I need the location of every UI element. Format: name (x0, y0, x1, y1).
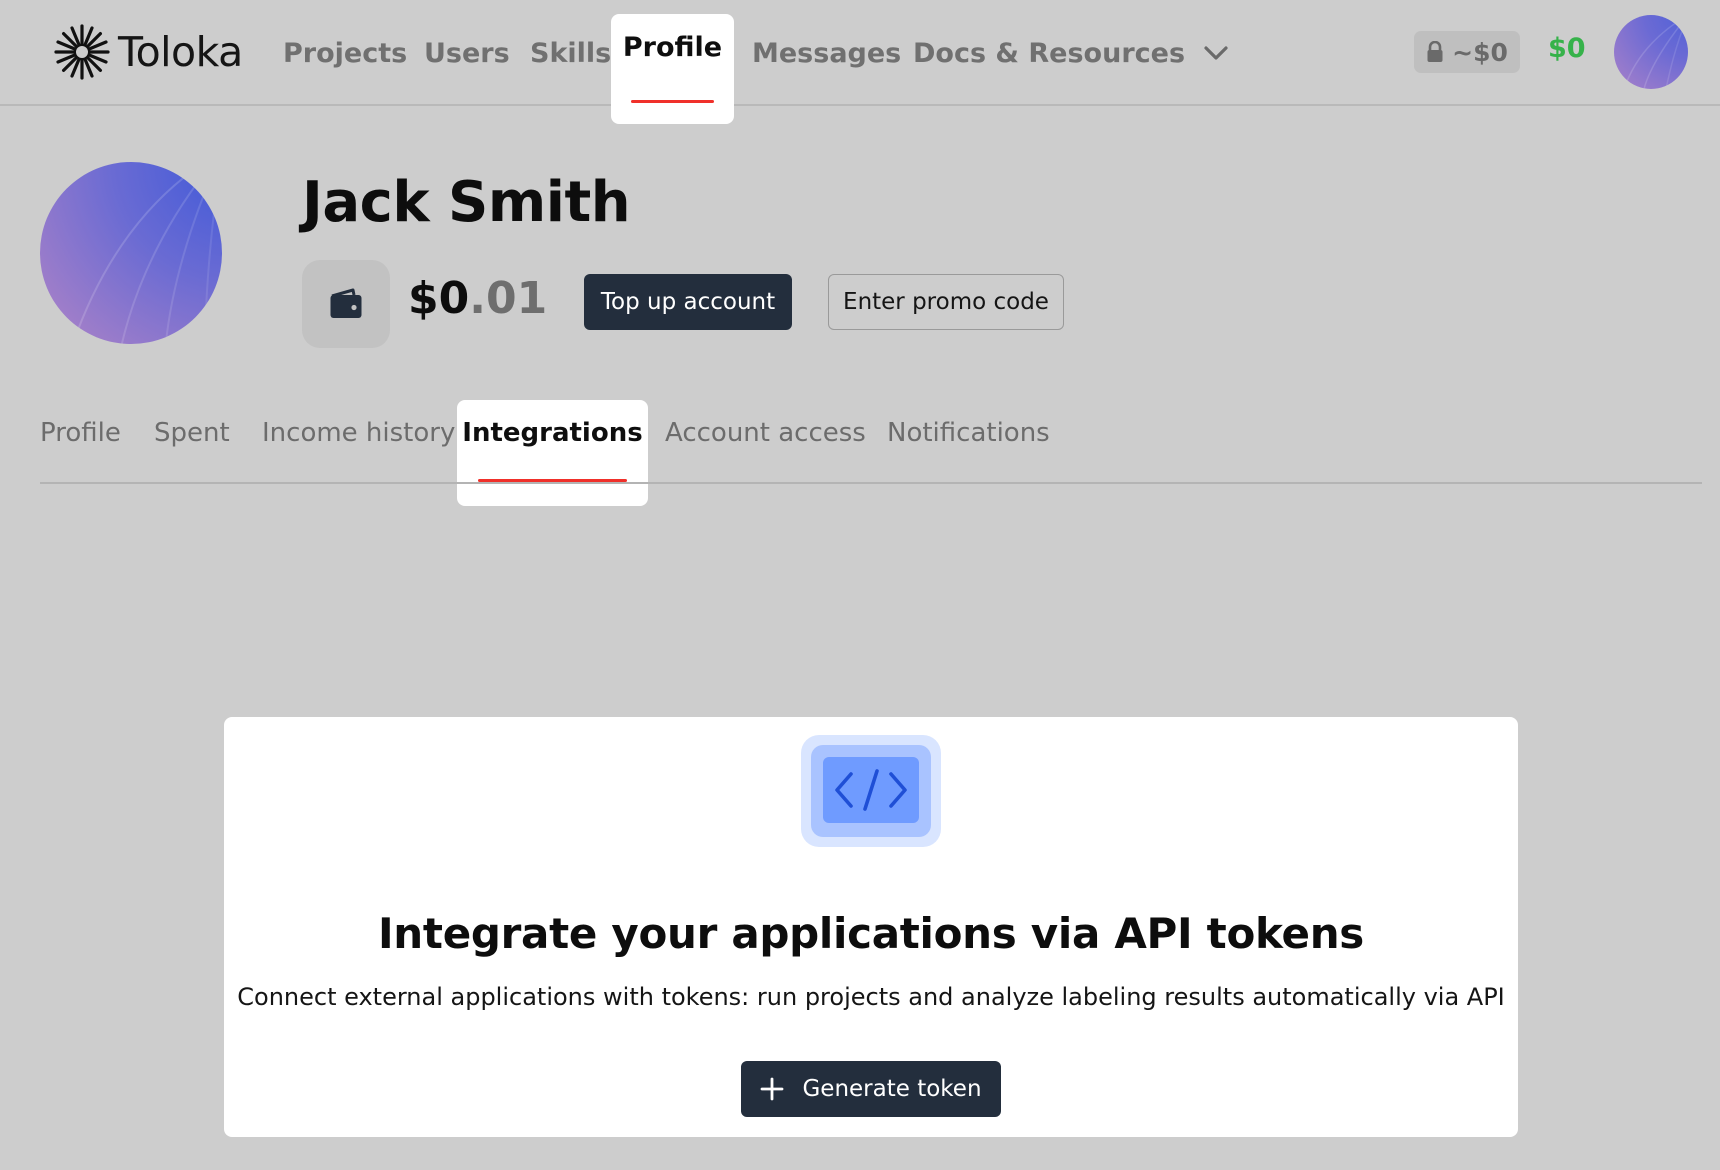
nav-docs-label: Docs & Resources (913, 37, 1186, 69)
nav-profile-label: Profile (622, 32, 723, 63)
active-nav-indicator (631, 100, 714, 103)
tab-notifications[interactable]: Notifications (887, 418, 1050, 448)
profile-avatar-pattern (71, 162, 222, 344)
tab-account-access[interactable]: Account access (665, 418, 866, 448)
tab-integrations[interactable]: Integrations (457, 400, 648, 506)
nav-profile[interactable]: Profile (611, 14, 734, 124)
generate-token-button[interactable]: Generate token (741, 1061, 1001, 1117)
wallet-badge (302, 260, 390, 348)
balance-whole: $0 (408, 273, 470, 324)
toloka-logo-icon (54, 24, 110, 80)
toloka-logo[interactable]: Toloka (52, 22, 243, 82)
account-balance[interactable]: $0 (1548, 33, 1586, 64)
brand-name: Toloka (118, 28, 243, 76)
top-up-account-button[interactable]: Top up account (584, 274, 792, 330)
profile-avatar[interactable] (40, 162, 222, 344)
avatar-pattern (1623, 15, 1688, 89)
nav-users[interactable]: Users (424, 30, 510, 76)
balance-cents: .01 (469, 273, 548, 324)
integrations-empty-state: Integrate your applications via API toke… (224, 717, 1518, 1137)
tabs-divider (40, 482, 1702, 484)
lock-icon (1427, 41, 1443, 62)
profile-balance: $0.01 (408, 273, 547, 324)
wallet-icon (330, 288, 362, 318)
nav-skills[interactable]: Skills (530, 30, 611, 76)
enter-promo-code-button[interactable]: Enter promo code (828, 274, 1064, 330)
locked-balance-badge[interactable]: ~$0 (1414, 31, 1520, 73)
top-navigation: Toloka Projects Users Skills Profile Mes… (0, 0, 1720, 124)
integrations-title: Integrate your applications via API toke… (377, 909, 1364, 958)
nav-projects[interactable]: Projects (283, 30, 407, 76)
code-icon (801, 735, 941, 847)
tab-profile[interactable]: Profile (40, 418, 121, 448)
tab-integrations-label: Integrations (462, 418, 643, 448)
locked-balance-value: ~$0 (1452, 37, 1508, 67)
avatar[interactable] (1614, 15, 1688, 89)
generate-token-label: Generate token (802, 1076, 982, 1102)
chevron-down-icon (1204, 46, 1228, 60)
nav-docs-resources[interactable]: Docs & Resources (913, 30, 1231, 76)
plus-icon (761, 1077, 784, 1101)
nav-messages[interactable]: Messages (752, 30, 901, 76)
tab-spent[interactable]: Spent (154, 418, 230, 448)
user-name: Jack Smith (302, 170, 631, 235)
integrations-description: Connect external applications with token… (237, 983, 1505, 1011)
tab-income-history[interactable]: Income history (262, 418, 455, 448)
